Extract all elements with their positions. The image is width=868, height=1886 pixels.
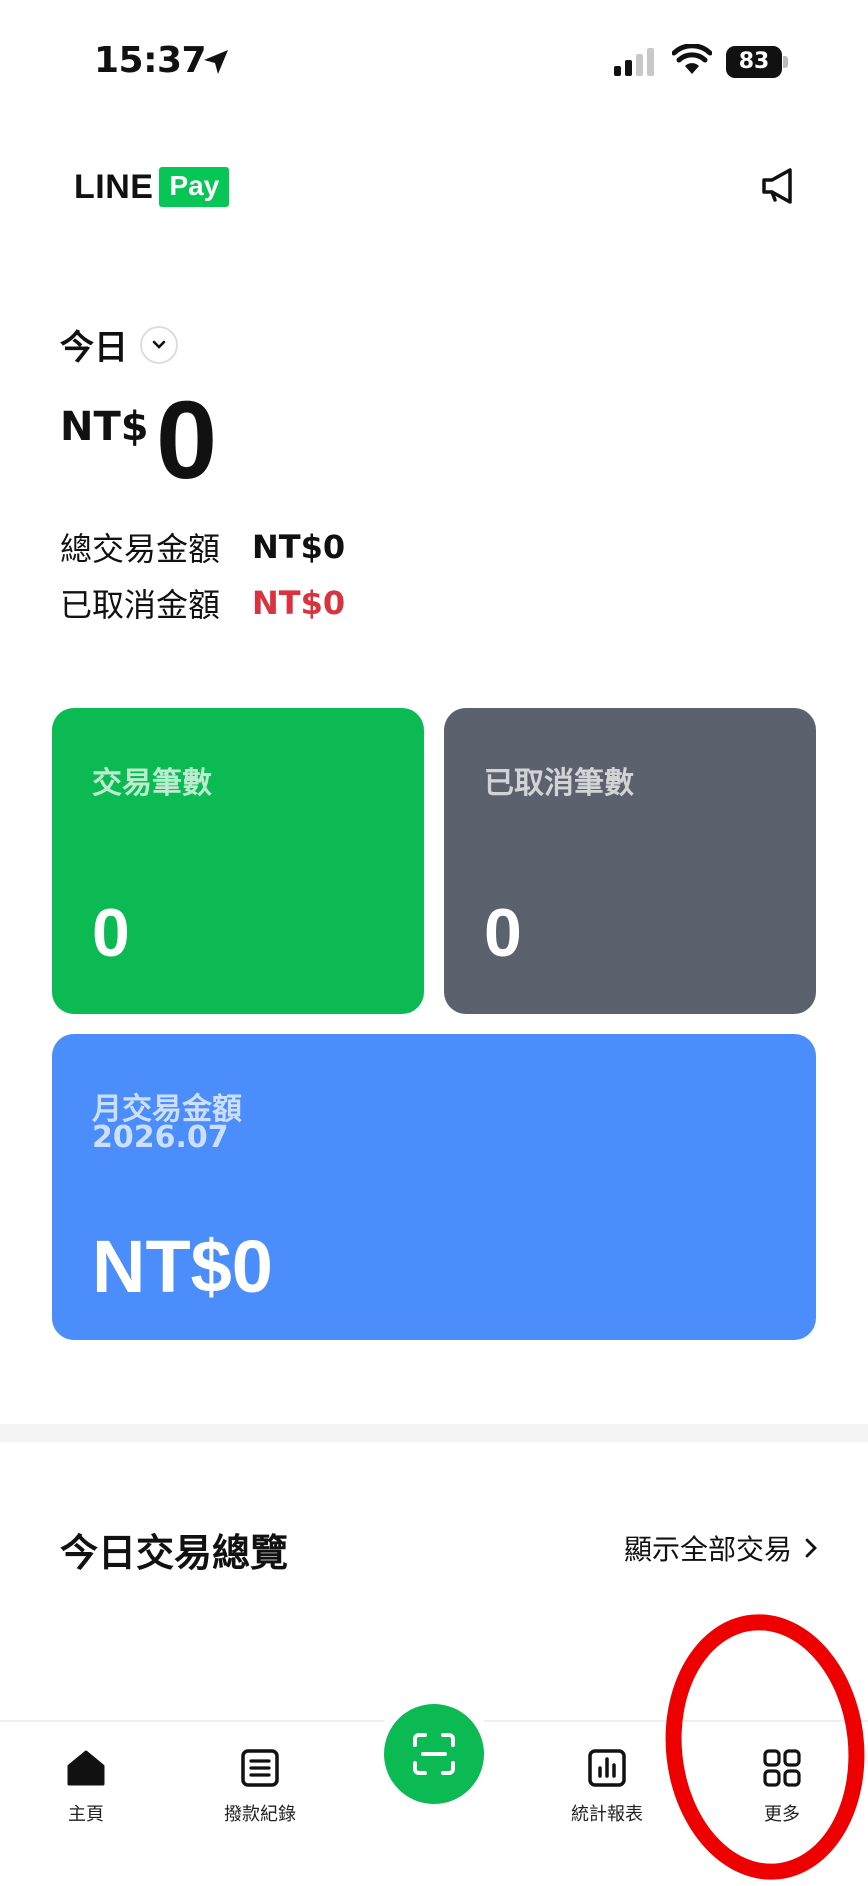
monthly-amount-value: NT$0 xyxy=(92,1225,273,1308)
monthly-amount-card[interactable]: 月交易金額 2026.07 NT$0 xyxy=(52,1034,816,1340)
chart-icon xyxy=(588,1749,626,1787)
wifi-icon xyxy=(672,44,712,74)
logo-line-text: LINE xyxy=(74,167,154,206)
nav-label-payout-records: 撥款紀錄 xyxy=(224,1804,296,1825)
nav-label-statistics: 統計報表 xyxy=(571,1804,643,1825)
transaction-count-card[interactable]: 交易筆數 0 xyxy=(52,708,424,1014)
location-arrow-icon xyxy=(204,50,228,74)
amount-currency: NT$ xyxy=(60,404,149,450)
scan-button[interactable] xyxy=(384,1704,484,1804)
nav-item-payout-records[interactable]: 撥款紀錄 xyxy=(190,1732,330,1826)
total-amount-value: NT$0 xyxy=(252,528,346,566)
cancelled-amount-row: 已取消金額 NT$0 xyxy=(60,580,345,626)
battery-level: 83 xyxy=(726,46,782,78)
announcement-speaker-icon[interactable] xyxy=(758,164,802,208)
amount-value: 0 xyxy=(156,379,218,502)
cancelled-amount-value: NT$0 xyxy=(252,584,346,622)
overview-title: 今日交易總覽 xyxy=(60,1531,289,1575)
nav-item-home[interactable]: 主頁 xyxy=(16,1732,156,1826)
cancelled-count-card[interactable]: 已取消筆數 0 xyxy=(444,708,816,1014)
cellular-signal-icon xyxy=(614,48,654,76)
transaction-count-title: 交易筆數 xyxy=(92,766,212,801)
total-amount-row: 總交易金額 NT$0 xyxy=(60,524,345,570)
period-selector[interactable]: 今日 xyxy=(60,320,178,369)
show-all-transactions-link[interactable]: 顯示全部交易 xyxy=(624,1528,818,1568)
list-icon xyxy=(241,1749,279,1787)
line-pay-logo: LINE Pay xyxy=(74,164,230,210)
battery-indicator: 83 xyxy=(726,46,788,78)
period-label: 今日 xyxy=(60,328,128,368)
cancelled-count-title: 已取消筆數 xyxy=(484,766,634,801)
home-icon xyxy=(67,1750,105,1786)
nav-item-statistics[interactable]: 統計報表 xyxy=(537,1732,677,1826)
show-all-transactions-label: 顯示全部交易 xyxy=(624,1533,793,1566)
nav-label-home: 主頁 xyxy=(68,1804,104,1825)
total-amount-label: 總交易金額 xyxy=(60,530,221,568)
logo-pay-text: Pay xyxy=(159,167,230,207)
scan-icon xyxy=(413,1733,455,1775)
battery-cap xyxy=(783,56,788,68)
cancelled-amount-label: 已取消金額 xyxy=(60,586,221,624)
monthly-amount-month: 2026.07 xyxy=(92,1120,229,1155)
status-bar: 15:37 83 xyxy=(0,0,868,120)
section-divider xyxy=(0,1424,868,1442)
cancelled-count-value: 0 xyxy=(484,895,522,971)
chevron-right-icon xyxy=(805,1538,817,1558)
status-time: 15:37 xyxy=(94,40,207,81)
chevron-down-icon[interactable] xyxy=(140,325,178,364)
transaction-count-value: 0 xyxy=(92,895,130,971)
